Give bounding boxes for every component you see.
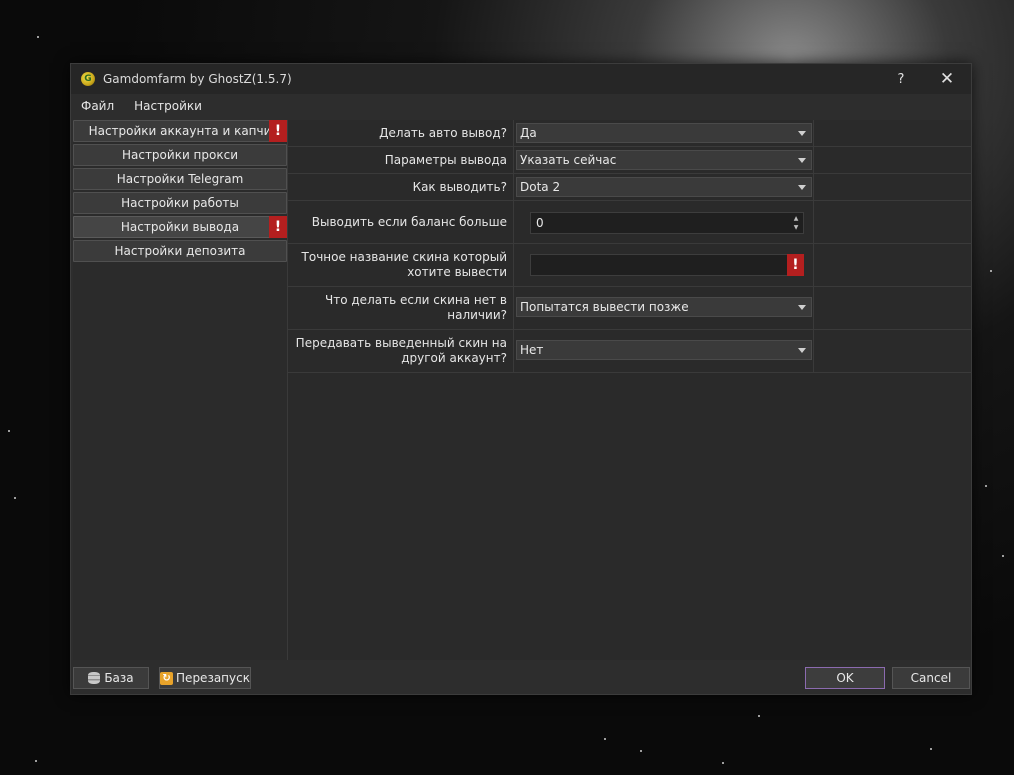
setting-row-withdraw-method: Как выводить? Dota 2: [288, 174, 972, 201]
setting-label: Точное название скина который хотите выв…: [288, 244, 514, 286]
sidebar-item-label: Настройки аккаунта и капчи: [88, 124, 272, 138]
sidebar-item-deposit[interactable]: Настройки депозита: [73, 240, 287, 262]
button-label: Cancel: [910, 671, 952, 685]
sidebar-item-account-captcha[interactable]: Настройки аккаунта и капчи !: [73, 120, 287, 142]
dropdown-arrow-icon: [798, 131, 806, 136]
setting-row-skin-unavailable: Что делать если скина нет в наличии? Поп…: [288, 287, 972, 330]
dropdown-arrow-icon: [798, 158, 806, 163]
sidebar-item-label: Настройки прокси: [121, 148, 239, 162]
select-value: Попытатся вывести позже: [520, 300, 689, 314]
button-label: Перезапуск: [176, 671, 250, 685]
select-value: Нет: [520, 343, 544, 357]
restart-button[interactable]: ↻ Перезапуск: [159, 667, 251, 689]
app-logo-icon: G: [81, 72, 95, 86]
sidebar-item-label: Настройки Telegram: [116, 172, 244, 186]
sidebar-item-telegram[interactable]: Настройки Telegram: [73, 168, 287, 190]
setting-row-withdraw-params: Параметры вывода Указать сейчас: [288, 147, 972, 174]
warning-icon: !: [269, 216, 287, 238]
menu-file[interactable]: Файл: [71, 99, 124, 113]
close-button[interactable]: ✕: [925, 64, 969, 94]
setting-row-transfer-skin: Передавать выведенный скин на другой акк…: [288, 330, 972, 373]
help-button[interactable]: ?: [879, 64, 923, 94]
warning-icon: !: [787, 254, 804, 276]
setting-label: Передавать выведенный скин на другой акк…: [288, 330, 514, 372]
setting-label: Что делать если скина нет в наличии?: [288, 287, 514, 329]
database-button[interactable]: База: [73, 667, 149, 689]
sidebar-item-proxy[interactable]: Настройки прокси: [73, 144, 287, 166]
spin-up-icon[interactable]: ▲: [790, 214, 802, 223]
cancel-button[interactable]: Cancel: [892, 667, 970, 689]
withdraw-method-select[interactable]: Dota 2: [516, 177, 812, 197]
dropdown-arrow-icon: [798, 348, 806, 353]
sidebar-item-work[interactable]: Настройки работы: [73, 192, 287, 214]
select-value: Да: [520, 126, 537, 140]
setting-row-skin-name: Точное название скина который хотите выв…: [288, 244, 972, 287]
ok-button[interactable]: OK: [805, 667, 885, 689]
settings-panel: Делать авто вывод? Да Параметры вывода У…: [287, 120, 972, 660]
dropdown-arrow-icon: [798, 185, 806, 190]
auto-withdraw-select[interactable]: Да: [516, 123, 812, 143]
button-label: База: [104, 671, 134, 685]
window-title: Gamdomfarm by GhostZ(1.5.7): [103, 72, 292, 86]
select-value: Dota 2: [520, 180, 561, 194]
spin-down-icon[interactable]: ▼: [790, 223, 802, 232]
sidebar-item-label: Настройки депозита: [114, 244, 246, 258]
sidebar-item-label: Настройки работы: [121, 196, 239, 210]
warning-icon: !: [269, 120, 287, 142]
dropdown-arrow-icon: [798, 305, 806, 310]
sidebar-item-withdraw[interactable]: Настройки вывода !: [73, 216, 287, 238]
balance-threshold-spinbox[interactable]: 0 ▲ ▼: [530, 212, 804, 234]
restart-icon: ↻: [160, 671, 174, 685]
menu-bar: Файл Настройки: [71, 94, 971, 118]
sidebar-item-label: Настройки вывода: [120, 220, 240, 234]
skin-name-input[interactable]: !: [530, 254, 804, 276]
select-value: Указать сейчас: [520, 153, 617, 167]
setting-label: Делать авто вывод?: [288, 120, 514, 146]
settings-window: G Gamdomfarm by GhostZ(1.5.7) ? ✕ Файл Н…: [70, 63, 972, 695]
database-icon: [88, 672, 101, 684]
setting-label: Параметры вывода: [288, 147, 514, 173]
setting-row-balance-threshold: Выводить если баланс больше 0 ▲ ▼: [288, 201, 972, 244]
setting-row-auto-withdraw: Делать авто вывод? Да: [288, 120, 972, 147]
settings-sidebar: Настройки аккаунта и капчи ! Настройки п…: [73, 120, 287, 660]
button-label: OK: [836, 671, 854, 685]
menu-settings[interactable]: Настройки: [124, 99, 212, 113]
title-bar[interactable]: G Gamdomfarm by GhostZ(1.5.7) ? ✕: [71, 64, 971, 94]
setting-label: Как выводить?: [288, 174, 514, 200]
transfer-skin-select[interactable]: Нет: [516, 340, 812, 360]
spinbox-value: 0: [536, 216, 544, 230]
withdraw-params-select[interactable]: Указать сейчас: [516, 150, 812, 170]
setting-label: Выводить если баланс больше: [288, 201, 514, 243]
skin-unavailable-select[interactable]: Попытатся вывести позже: [516, 297, 812, 317]
